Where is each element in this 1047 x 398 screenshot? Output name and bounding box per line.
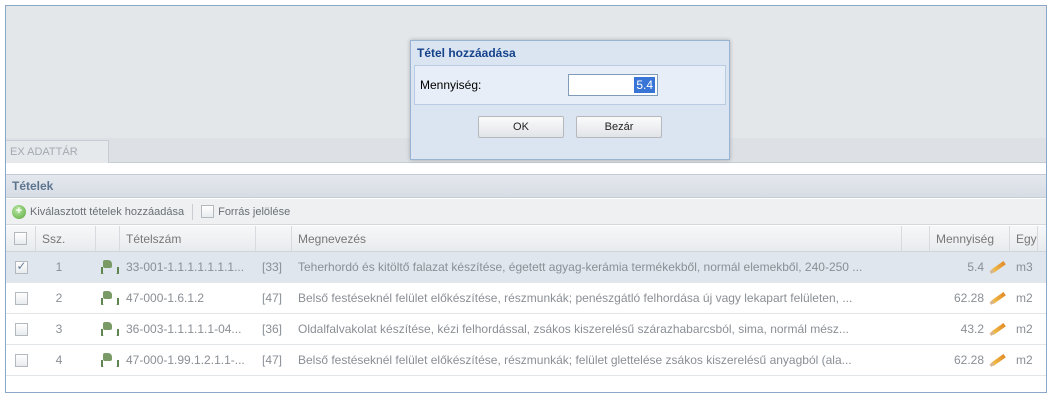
row-code: [33] [262,260,283,274]
row-megnevezes: Teherhordó és kitöltő falazat készítése,… [298,260,863,274]
add-selected-items-button[interactable]: + Kiválasztott tételek hozzáadása [12,204,185,219]
panel-title: Tételek [6,174,1046,198]
row-mennyiseg: 62.28 [953,291,984,305]
source-mark-toggle[interactable]: Forrás jelölése [201,205,290,218]
column-header-code [256,226,292,251]
select-all-cell [6,226,36,251]
row-tetelszam: 47-000-1.6.1.2 [126,291,205,305]
row-checkbox-cell [6,322,36,336]
row-checkbox-cell [6,353,36,367]
tab-adattar[interactable]: EX ADATTÁR [6,140,109,163]
row-mennyiseg: 62.28 [953,353,984,367]
row-mennyiseg-cell: 62.28 [930,291,1010,305]
row-checkbox-cell [6,291,36,305]
table-row[interactable]: 3 36-003-1.1.1.1.1-04... [36] Oldalfalva… [6,314,1046,345]
row-checkbox[interactable] [14,260,28,274]
row-megnevezes: Belső festéseknél felület előkészítése, … [298,353,852,367]
items-grid: Ssz. Tételszám Megnevezés Mennyiség Egy … [6,226,1046,376]
row-egyseg: m2 [1016,322,1033,336]
row-icon-cell [96,260,120,274]
row-mennyiseg: 5.4 [967,260,984,274]
dialog-body: Mennyiség: 5.4 [414,65,726,105]
row-checkbox[interactable] [14,291,28,305]
row-tetelszam: 47-000-1.99.1.2.1.1-... [126,353,245,367]
row-code: [47] [262,291,283,305]
work-item-icon [101,291,119,305]
work-item-icon [101,322,119,336]
column-header-tetelszam[interactable]: Tételszám [120,226,256,251]
quantity-value: 5.4 [634,77,655,93]
row-mennyiseg-cell: 43.2 [930,322,1010,336]
toolbar-separator [192,203,194,220]
ok-button[interactable]: OK [478,116,564,138]
edit-pencil-icon[interactable] [990,322,1006,336]
table-row[interactable]: 1 33-001-1.1.1.1.1.1.1... [33] Teherhord… [6,252,1046,283]
column-header-megnevezes[interactable]: Megnevezés [292,226,902,251]
row-ssz: 1 [55,260,63,274]
table-row[interactable]: 2 47-000-1.6.1.2 [47] Belső festéseknél … [6,283,1046,314]
column-header-ssz[interactable]: Ssz. [36,226,96,251]
row-ssz: 2 [55,291,63,305]
column-header-blank [902,226,930,251]
edit-pencil-icon[interactable] [990,260,1006,274]
row-icon-cell [96,322,120,336]
work-item-icon [101,353,119,367]
row-checkbox-cell [6,260,36,274]
edit-pencil-icon[interactable] [990,291,1006,305]
source-mark-label: Forrás jelölése [218,205,291,218]
row-egyseg: m2 [1016,353,1033,367]
close-button[interactable]: Bezár [576,116,662,138]
row-egyseg: m2 [1016,291,1033,305]
column-header-mennyiseg[interactable]: Mennyiség [930,226,1010,251]
row-mennyiseg-cell: 62.28 [930,353,1010,367]
toolbar: + Kiválasztott tételek hozzáadása Forrás… [6,199,1046,225]
row-code: [36] [262,322,283,336]
row-checkbox[interactable] [14,353,28,367]
row-ssz: 3 [55,322,63,336]
source-mark-checkbox[interactable] [201,205,215,218]
row-mennyiseg-cell: 5.4 [930,260,1010,274]
column-header-egyseg[interactable]: Egy [1010,226,1038,251]
row-tetelszam: 33-001-1.1.1.1.1.1.1... [126,260,245,274]
row-icon-cell [96,291,120,305]
row-megnevezes: Belső festéseknél felület előkészítése, … [298,291,853,305]
row-checkbox[interactable] [14,322,28,336]
quantity-input[interactable]: 5.4 [568,74,658,96]
dialog-title[interactable]: Tétel hozzáadása [411,41,729,65]
add-item-dialog: Tétel hozzáadása Mennyiség: 5.4 OK Bezár [410,40,730,160]
work-item-icon [101,260,119,274]
grid-header: Ssz. Tételszám Megnevezés Mennyiség Egy [6,226,1046,252]
row-megnevezes: Oldalfalvakolat készítése, kézi felhordá… [298,322,849,336]
row-ssz: 4 [55,353,63,367]
add-icon: + [12,204,26,219]
add-selected-items-label: Kiválasztott tételek hozzáadása [30,205,185,218]
app-window: EX ADATTÁR Tételek + Kiválasztott tétele… [5,5,1047,393]
table-row[interactable]: 4 47-000-1.99.1.2.1.1-... [47] Belső fes… [6,345,1046,376]
row-icon-cell [96,353,120,367]
column-header-icon [96,226,120,251]
dialog-buttons: OK Bezár [411,116,729,138]
quantity-label: Mennyiség: [420,78,482,92]
row-tetelszam: 36-003-1.1.1.1.1-04... [126,322,242,336]
row-egyseg: m3 [1016,260,1033,274]
row-code: [47] [262,353,283,367]
row-mennyiseg: 43.2 [960,322,984,336]
select-all-checkbox[interactable] [14,232,27,245]
edit-pencil-icon[interactable] [990,353,1006,367]
